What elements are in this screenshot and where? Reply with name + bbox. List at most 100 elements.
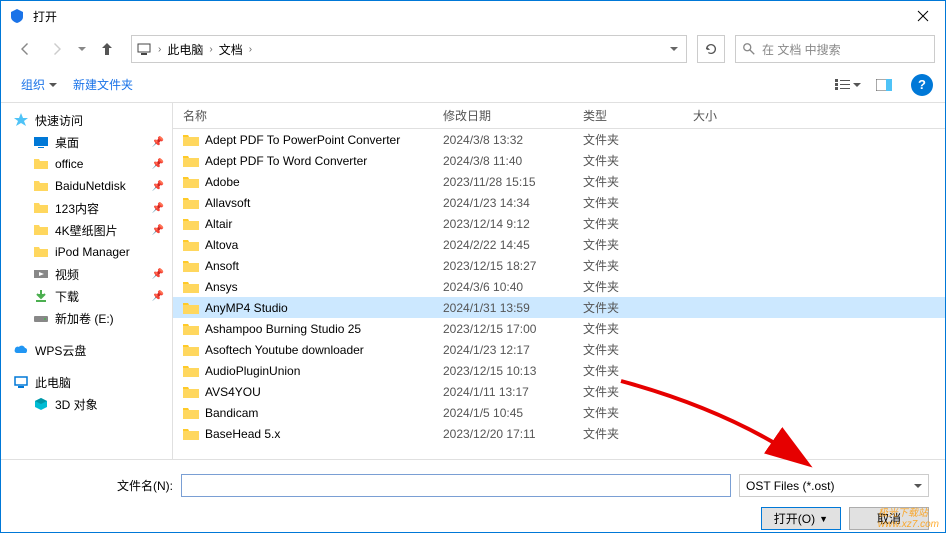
folder-icon	[33, 178, 49, 194]
column-date[interactable]: 修改日期	[433, 103, 573, 128]
sidebar-this-pc[interactable]: 此电脑	[1, 371, 172, 393]
file-row[interactable]: Altova2024/2/22 14:45文件夹	[173, 234, 945, 255]
file-date: 2023/11/28 15:15	[433, 175, 573, 189]
breadcrumb-item-docs[interactable]: 文档	[215, 36, 247, 62]
nav-forward-button[interactable]	[43, 35, 71, 63]
view-mode-button[interactable]	[831, 73, 865, 97]
chevron-right-icon: ›	[247, 44, 254, 55]
file-row[interactable]: AVS4YOU 2024/1/11 13:17文件夹	[173, 381, 945, 402]
cube-icon	[33, 396, 49, 412]
folder-icon	[33, 200, 49, 216]
desktop-icon	[33, 134, 49, 150]
file-type: 文件夹	[573, 194, 683, 211]
sidebar: 快速访问 桌面 📌 office 📌 BaiduNetdisk 📌 123内容 …	[1, 103, 173, 459]
cloud-icon	[13, 342, 29, 358]
file-type: 文件夹	[573, 404, 683, 421]
sidebar-desktop[interactable]: 桌面 📌	[1, 131, 172, 153]
file-name: Altova	[205, 238, 238, 252]
folder-icon	[33, 156, 49, 172]
star-icon	[13, 112, 29, 128]
breadcrumb-dropdown[interactable]	[662, 45, 686, 53]
new-folder-button[interactable]: 新建文件夹	[65, 72, 141, 97]
file-row[interactable]: Ansys2024/3/6 10:40文件夹	[173, 276, 945, 297]
file-row[interactable]: Adept PDF To Word Converter 2024/3/8 11:4…	[173, 150, 945, 171]
close-button[interactable]	[900, 1, 945, 31]
sidebar-volume-e[interactable]: 新加卷 (E:)	[1, 307, 172, 329]
file-type: 文件夹	[573, 383, 683, 400]
file-date: 2024/1/5 10:45	[433, 406, 573, 420]
sidebar-wps[interactable]: WPS云盘	[1, 339, 172, 361]
search-input[interactable]: 在 文档 中搜索	[735, 35, 935, 63]
file-date: 2024/3/8 11:40	[433, 154, 573, 168]
video-icon	[33, 266, 49, 282]
filename-label: 文件名(N):	[17, 477, 173, 494]
sidebar-downloads[interactable]: 下载 📌	[1, 285, 172, 307]
file-row[interactable]: Altair2023/12/14 9:12文件夹	[173, 213, 945, 234]
app-icon	[9, 8, 25, 24]
help-button[interactable]: ?	[911, 74, 933, 96]
file-type: 文件夹	[573, 173, 683, 190]
file-name: AVS4YOU	[205, 385, 261, 399]
cancel-button[interactable]: 取消	[849, 507, 929, 530]
pin-icon: 📌	[152, 291, 164, 302]
pin-icon: 📌	[152, 137, 164, 148]
preview-pane-button[interactable]	[867, 73, 901, 97]
sidebar-quick-access[interactable]: 快速访问	[1, 109, 172, 131]
file-type: 文件夹	[573, 425, 683, 442]
file-date: 2023/12/15 17:00	[433, 322, 573, 336]
filetype-select[interactable]: OST Files (*.ost)	[739, 474, 929, 497]
file-name: Adept PDF To Word Converter	[205, 154, 367, 168]
file-name: Asoftech Youtube downloader	[205, 343, 364, 357]
file-type: 文件夹	[573, 236, 683, 253]
column-name[interactable]: 名称	[173, 103, 433, 128]
file-row[interactable]: Adobe2023/11/28 15:15文件夹	[173, 171, 945, 192]
nav-up-button[interactable]	[93, 35, 121, 63]
column-type[interactable]: 类型	[573, 103, 683, 128]
filename-input[interactable]	[181, 474, 731, 497]
open-button[interactable]: 打开(O) ▼	[761, 507, 841, 530]
file-row[interactable]: Ashampoo Burning Studio 252023/12/15 17:…	[173, 318, 945, 339]
breadcrumb-item-pc[interactable]: 此电脑	[163, 36, 207, 62]
file-type: 文件夹	[573, 341, 683, 358]
file-row[interactable]: Bandicam 2024/1/5 10:45文件夹	[173, 402, 945, 423]
file-date: 2024/1/23 12:17	[433, 343, 573, 357]
file-type: 文件夹	[573, 362, 683, 379]
file-type: 文件夹	[573, 278, 683, 295]
file-row[interactable]: AnyMP4 Studio2024/1/31 13:59文件夹	[173, 297, 945, 318]
nav-recent-dropdown[interactable]	[75, 35, 89, 63]
file-row[interactable]: BaseHead 5.x2023/12/20 17:11文件夹	[173, 423, 945, 444]
sidebar-baidu[interactable]: BaiduNetdisk 📌	[1, 175, 172, 197]
file-date: 2024/1/31 13:59	[433, 301, 573, 315]
sidebar-wallpaper[interactable]: 4K壁纸图片 📌	[1, 219, 172, 241]
file-name: AudioPluginUnion	[205, 364, 300, 378]
pin-icon: 📌	[152, 159, 164, 170]
file-name: Bandicam	[205, 406, 258, 420]
sidebar-office[interactable]: office 📌	[1, 153, 172, 175]
sidebar-3d-objects[interactable]: 3D 对象	[1, 393, 172, 415]
breadcrumb[interactable]: › 此电脑 › 文档 ›	[131, 35, 687, 63]
file-date: 2024/1/23 14:34	[433, 196, 573, 210]
file-type: 文件夹	[573, 152, 683, 169]
file-name: Ansoft	[205, 259, 239, 273]
organize-menu[interactable]: 组织	[13, 72, 65, 97]
file-date: 2023/12/14 9:12	[433, 217, 573, 231]
file-name: Altair	[205, 217, 232, 231]
download-icon	[33, 288, 49, 304]
file-row[interactable]: Asoftech Youtube downloader 2024/1/23 12:…	[173, 339, 945, 360]
file-name: Adept PDF To PowerPoint Converter	[205, 133, 400, 147]
sidebar-123[interactable]: 123内容 📌	[1, 197, 172, 219]
column-size[interactable]: 大小	[683, 103, 945, 128]
file-name: BaseHead 5.x	[205, 427, 280, 441]
file-row[interactable]: Adept PDF To PowerPoint Converter2024/3/…	[173, 129, 945, 150]
file-date: 2024/1/11 13:17	[433, 385, 573, 399]
file-row[interactable]: AudioPluginUnion2023/12/15 10:13文件夹	[173, 360, 945, 381]
sidebar-ipod[interactable]: iPod Manager	[1, 241, 172, 263]
window-title: 打开	[33, 8, 900, 25]
refresh-button[interactable]	[697, 35, 725, 63]
pin-icon: 📌	[152, 269, 164, 280]
sidebar-video[interactable]: 视频 📌	[1, 263, 172, 285]
file-row[interactable]: Ansoft2023/12/15 18:27文件夹	[173, 255, 945, 276]
nav-back-button[interactable]	[11, 35, 39, 63]
file-name: AnyMP4 Studio	[205, 301, 288, 315]
file-row[interactable]: Allavsoft2024/1/23 14:34文件夹	[173, 192, 945, 213]
